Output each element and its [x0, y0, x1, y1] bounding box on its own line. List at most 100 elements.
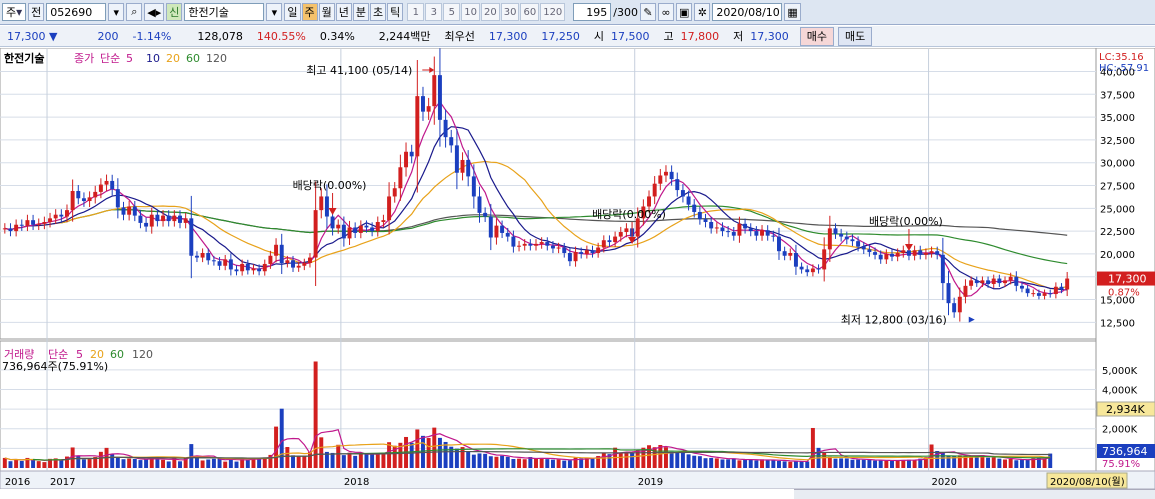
volume-bar [833, 458, 838, 468]
candle-body [827, 228, 832, 250]
interval-tab[interactable]: 5 [443, 3, 461, 21]
volume-bar [844, 458, 849, 468]
volume-tick-label: 5,000K [1102, 366, 1138, 377]
volume-bar [986, 457, 991, 468]
save-button[interactable]: ▣ [676, 3, 693, 21]
volume-bar [2, 457, 7, 468]
market-label: 주 [6, 6, 17, 19]
interval-tab[interactable]: 120 [540, 3, 566, 21]
down-arrow-icon: ▼ [49, 29, 58, 43]
pen-button[interactable]: ✎ [640, 3, 656, 21]
x-axis-label: 2020 [932, 477, 957, 488]
period-tab[interactable]: 분 [352, 3, 370, 21]
calendar-button[interactable]: ▦ [784, 3, 801, 21]
candle-body [127, 206, 132, 215]
chart-scrollbar[interactable] [794, 489, 1155, 499]
stock-chart[interactable]: 12,50015,00017,50020,00022,50025,00027,5… [0, 48, 1155, 489]
speaker-button[interactable]: ◀▸ [144, 3, 165, 21]
volume-bar [36, 461, 41, 468]
volume-bar [432, 427, 437, 468]
volume-bar [358, 453, 363, 468]
volume-bar [296, 456, 301, 468]
interval-tab[interactable]: 20 [481, 3, 500, 21]
last-price-pct: 0.87% [1108, 288, 1140, 299]
volume-bar [793, 461, 798, 468]
code-input[interactable]: 052690 [46, 3, 107, 21]
candle-body [70, 190, 75, 211]
candle-body [906, 250, 911, 256]
volume-ratio: 140.55% [256, 29, 306, 43]
price-tick-label: 25,000 [1100, 204, 1135, 215]
volume-bar [8, 461, 13, 468]
volume-bar [166, 461, 171, 468]
volume-bar [31, 459, 36, 468]
search-button[interactable]: ⌕ [126, 3, 143, 21]
settings-button[interactable]: ✲ [694, 3, 711, 21]
period-tab[interactable]: 일 [284, 3, 301, 21]
candle-body [816, 268, 821, 270]
period-tab[interactable]: 월 [318, 3, 335, 21]
candle-body [923, 253, 928, 255]
interval-tab[interactable]: 10 [461, 3, 480, 21]
search-icon: ⌕ [131, 5, 138, 18]
stock-name-field[interactable]: 한전기술 [184, 3, 265, 21]
interval-tab[interactable]: 3 [425, 3, 443, 21]
period-tab[interactable]: 년 [335, 3, 352, 21]
candle-body [618, 232, 623, 237]
interval-tab[interactable]: 30 [500, 3, 520, 21]
volume-bar [590, 458, 595, 468]
candle-body [488, 216, 493, 238]
volume-bar [1014, 460, 1019, 468]
volume-bar [974, 455, 979, 468]
volume-bar [856, 459, 861, 468]
code-dropdown-button[interactable]: ▾ [108, 3, 125, 21]
interval-tabs: 1 3 5 10 20 30 60 120 [407, 3, 566, 21]
candle-body [223, 259, 228, 266]
candle-body [324, 196, 329, 217]
candle-body [974, 280, 979, 284]
buy-button[interactable]: 매수 [799, 26, 835, 46]
candle-body [228, 259, 233, 270]
last-volume-label: 736,964 [1102, 445, 1148, 458]
price-tick-label: 32,500 [1100, 136, 1135, 147]
interval-tab[interactable]: 60 [520, 3, 540, 21]
link-button[interactable]: ∞ [658, 3, 674, 21]
low-price: 17,300 [750, 29, 789, 43]
volume-bar [618, 452, 623, 468]
volume-bar [211, 458, 216, 468]
volume-bar [697, 456, 702, 468]
candle-body [765, 230, 770, 236]
interval-tab[interactable]: 1 [407, 3, 425, 21]
candle-body [709, 221, 714, 229]
candle-body [296, 265, 301, 268]
period-tab[interactable]: 틱 [387, 3, 404, 21]
market-kind-button[interactable]: 전 [28, 3, 45, 21]
candle-body [861, 246, 866, 250]
volume-bar [522, 459, 527, 468]
candle-body [991, 278, 996, 285]
candle-body [873, 252, 878, 255]
date-input[interactable]: 2020/08/10 [712, 3, 783, 21]
candle-body [279, 244, 284, 264]
candle-body [890, 253, 894, 257]
candle-body [652, 183, 657, 197]
volume-bar [748, 459, 753, 468]
volume-bar [511, 459, 516, 468]
price-tick-label: 20,000 [1100, 250, 1135, 261]
period-tab[interactable]: 주 [301, 3, 318, 21]
candle-body [398, 167, 403, 189]
volume-bar [364, 454, 369, 468]
candle-body [686, 196, 691, 205]
volume-bar [330, 452, 335, 468]
stock-name-dropdown[interactable]: ▾ [266, 3, 283, 21]
volume-bar [912, 459, 917, 468]
candle-body [895, 253, 900, 257]
sell-button[interactable]: 매도 [838, 26, 873, 46]
volume-bar [505, 456, 510, 468]
market-select[interactable]: 주 ▾ [2, 3, 27, 21]
period-tab[interactable]: 초 [370, 3, 387, 21]
volume-bar [426, 438, 431, 468]
candle-body [65, 210, 69, 217]
candle-body [104, 180, 109, 185]
bar-count-input[interactable]: 195 [573, 3, 612, 21]
